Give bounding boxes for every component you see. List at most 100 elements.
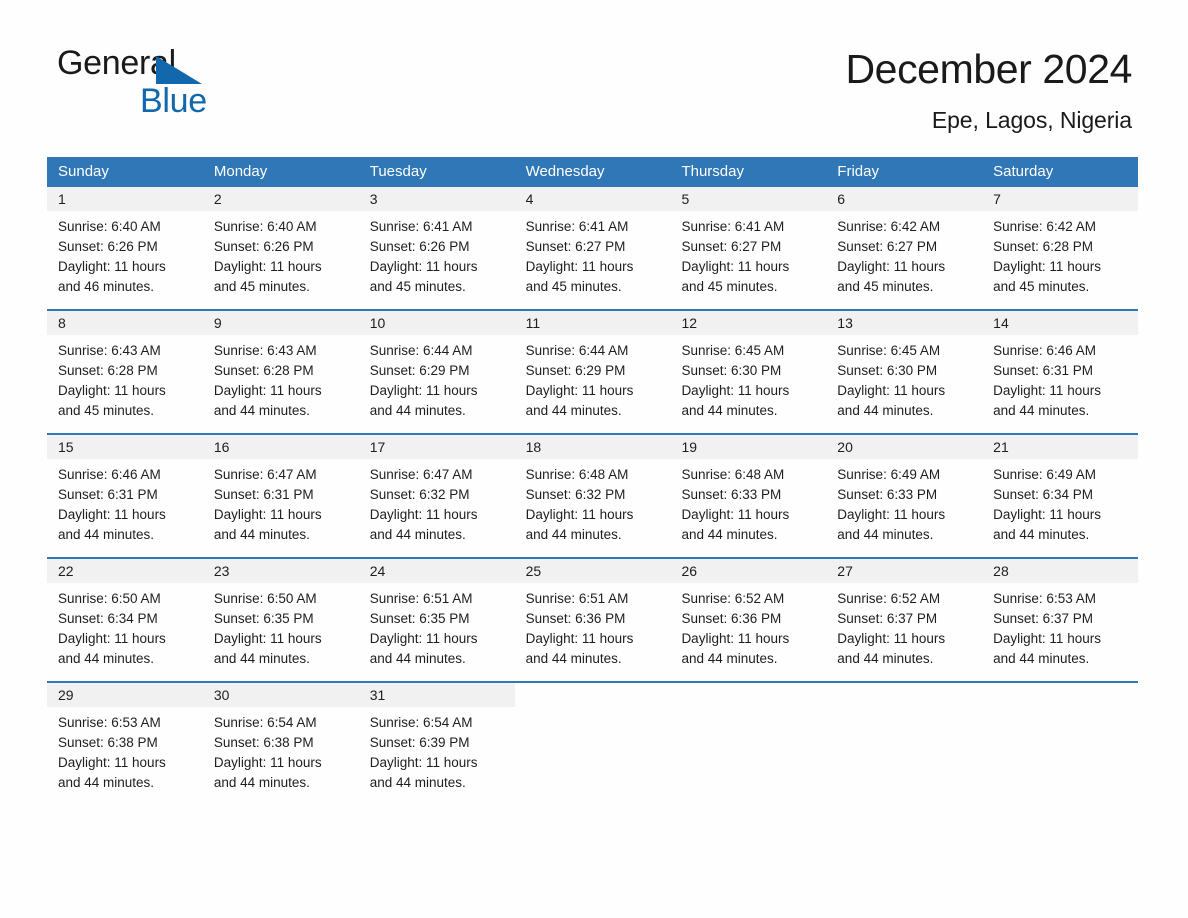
daylight-text-line2: and 44 minutes.: [58, 651, 155, 667]
day-number[interactable]: 23: [203, 559, 359, 583]
day-number[interactable]: 16: [203, 435, 359, 459]
day-number[interactable]: 2: [203, 187, 359, 211]
day-cell[interactable]: Sunrise: 6:42 AM Sunset: 6:27 PM Daylight:…: [826, 211, 982, 297]
week-detail-strip: Sunrise: 6:46 AM Sunset: 6:31 PM Daylight:…: [47, 459, 1138, 546]
day-number[interactable]: 13: [826, 311, 982, 335]
day-number[interactable]: 15: [47, 435, 203, 459]
day-number[interactable]: 24: [359, 559, 515, 583]
daylight-text-line1: Daylight: 11 hours: [681, 383, 790, 399]
week-date-strip: 15 16 17 18 19 20 21: [47, 435, 1138, 460]
day-cell[interactable]: Sunrise: 6:54 AM Sunset: 6:38 PM Daylight:…: [203, 707, 359, 793]
day-number[interactable]: 12: [670, 311, 826, 335]
daylight-text-line1: Daylight: 11 hours: [58, 631, 166, 647]
sunrise-text: Sunrise: 6:41 AM: [369, 219, 473, 235]
day-cell[interactable]: Sunrise: 6:53 AM Sunset: 6:38 PM Daylight:…: [47, 707, 203, 793]
sunset-text: Sunset: 6:29 PM: [525, 363, 626, 379]
day-cell-empty: [982, 707, 1138, 793]
sunrise-text: Sunrise: 6:50 AM: [58, 591, 161, 607]
day-number[interactable]: 6: [826, 187, 982, 211]
day-number[interactable]: 19: [670, 435, 826, 459]
day-cell[interactable]: Sunrise: 6:53 AM Sunset: 6:37 PM Daylight:…: [982, 583, 1138, 669]
daylight-text-line2: and 45 minutes.: [58, 403, 155, 419]
calendar-week-row: 1 2 3 4 5 6 7 Sunrise: 6:40 AM Sunset: 6:26 PM Da…: [47, 187, 1138, 298]
daylight-text-line2: and 45 minutes.: [681, 279, 778, 295]
day-cell[interactable]: Sunrise: 6:50 AM Sunset: 6:35 PM Daylight:…: [203, 583, 359, 669]
day-cell[interactable]: Sunrise: 6:47 AM Sunset: 6:31 PM Daylight:…: [203, 459, 359, 545]
day-number[interactable]: 29: [47, 683, 203, 707]
week-detail-strip: Sunrise: 6:50 AM Sunset: 6:34 PM Daylight:…: [47, 583, 1138, 670]
day-cell[interactable]: Sunrise: 6:46 AM Sunset: 6:31 PM Daylight:…: [982, 335, 1138, 421]
day-number[interactable]: 4: [515, 187, 671, 211]
day-number[interactable]: 18: [515, 435, 671, 459]
day-number[interactable]: 11: [515, 311, 671, 335]
day-number[interactable]: 1: [47, 187, 203, 211]
day-cell[interactable]: Sunrise: 6:50 AM Sunset: 6:34 PM Daylight:…: [47, 583, 203, 669]
day-cell[interactable]: Sunrise: 6:52 AM Sunset: 6:36 PM Daylight:…: [670, 583, 826, 669]
day-number[interactable]: 27: [826, 559, 982, 583]
day-cell[interactable]: Sunrise: 6:49 AM Sunset: 6:33 PM Daylight:…: [826, 459, 982, 545]
day-cell[interactable]: Sunrise: 6:52 AM Sunset: 6:37 PM Daylight:…: [826, 583, 982, 669]
day-number[interactable]: 5: [670, 187, 826, 211]
day-number[interactable]: 30: [203, 683, 359, 707]
day-number[interactable]: 7: [982, 187, 1138, 211]
day-number[interactable]: 28: [982, 559, 1138, 583]
day-cell[interactable]: Sunrise: 6:41 AM Sunset: 6:26 PM Daylight:…: [359, 211, 515, 297]
daylight-text-line1: Daylight: 11 hours: [525, 631, 634, 647]
day-cell[interactable]: Sunrise: 6:44 AM Sunset: 6:29 PM Daylight:…: [359, 335, 515, 421]
day-cell[interactable]: Sunrise: 6:46 AM Sunset: 6:31 PM Daylight:…: [47, 459, 203, 545]
day-number[interactable]: 22: [47, 559, 203, 583]
day-cell[interactable]: Sunrise: 6:41 AM Sunset: 6:27 PM Daylight:…: [515, 211, 671, 297]
day-number[interactable]: 26: [670, 559, 826, 583]
day-cell[interactable]: Sunrise: 6:44 AM Sunset: 6:29 PM Daylight:…: [515, 335, 671, 421]
sunset-text: Sunset: 6:30 PM: [837, 363, 938, 379]
daylight-text-line1: Daylight: 11 hours: [681, 631, 790, 647]
daylight-text-line1: Daylight: 11 hours: [213, 755, 322, 771]
day-number[interactable]: 8: [47, 311, 203, 335]
day-cell[interactable]: Sunrise: 6:45 AM Sunset: 6:30 PM Daylight:…: [670, 335, 826, 421]
day-number[interactable]: 17: [359, 435, 515, 459]
daylight-text-line2: and 44 minutes.: [837, 651, 934, 667]
daylight-text-line2: and 44 minutes.: [213, 403, 310, 419]
weekday-header-tuesday: Tuesday: [369, 163, 427, 181]
weekday-header-sunday: Sunday: [58, 163, 109, 181]
day-number[interactable]: 3: [359, 187, 515, 211]
page-header: General Blue December 2024 Epe, Lagos, N…: [0, 0, 1188, 134]
day-cell[interactable]: Sunrise: 6:41 AM Sunset: 6:27 PM Daylight:…: [670, 211, 826, 297]
day-number[interactable]: 25: [515, 559, 671, 583]
daylight-text-line2: and 44 minutes.: [369, 403, 466, 419]
day-cell[interactable]: Sunrise: 6:54 AM Sunset: 6:39 PM Daylight:…: [359, 707, 515, 793]
day-cell[interactable]: Sunrise: 6:47 AM Sunset: 6:32 PM Daylight:…: [359, 459, 515, 545]
day-cell[interactable]: Sunrise: 6:48 AM Sunset: 6:32 PM Daylight:…: [515, 459, 671, 545]
daylight-text-line1: Daylight: 11 hours: [681, 507, 790, 523]
sunset-text: Sunset: 6:26 PM: [369, 239, 470, 255]
brand-logo[interactable]: General Blue: [57, 46, 257, 126]
day-cell[interactable]: Sunrise: 6:43 AM Sunset: 6:28 PM Daylight:…: [47, 335, 203, 421]
calendar-week-row: 29 30 31 Sunrise: 6:53 AM Sunset: 6:38 PM Day…: [47, 681, 1139, 794]
sunrise-text: Sunrise: 6:50 AM: [213, 591, 317, 607]
day-cell[interactable]: Sunrise: 6:42 AM Sunset: 6:28 PM Daylight:…: [982, 211, 1138, 297]
sunrise-text: Sunrise: 6:53 AM: [58, 715, 161, 731]
day-cell[interactable]: Sunrise: 6:48 AM Sunset: 6:33 PM Daylight:…: [670, 459, 826, 545]
day-cell[interactable]: Sunrise: 6:40 AM Sunset: 6:26 PM Daylight:…: [47, 211, 203, 297]
day-cell[interactable]: Sunrise: 6:45 AM Sunset: 6:30 PM Daylight:…: [826, 335, 982, 421]
day-cell[interactable]: Sunrise: 6:51 AM Sunset: 6:36 PM Daylight:…: [515, 583, 671, 669]
day-cell[interactable]: Sunrise: 6:40 AM Sunset: 6:26 PM Daylight:…: [203, 211, 359, 297]
day-number[interactable]: 21: [982, 435, 1138, 459]
sunset-text: Sunset: 6:36 PM: [525, 611, 626, 627]
sunrise-text: Sunrise: 6:49 AM: [993, 467, 1096, 483]
sunset-text: Sunset: 6:33 PM: [837, 487, 938, 503]
daylight-text-line1: Daylight: 11 hours: [213, 631, 322, 647]
calendar-week-row: 8 9 10 11 12 13 14 Sunrise: 6:43 AM Sunset: 6:28…: [47, 309, 1138, 422]
day-cell[interactable]: Sunrise: 6:51 AM Sunset: 6:35 PM Daylight:…: [359, 583, 515, 669]
day-number[interactable]: 10: [359, 311, 515, 335]
day-number[interactable]: 31: [359, 683, 515, 707]
day-cell[interactable]: Sunrise: 6:43 AM Sunset: 6:28 PM Daylight:…: [203, 335, 359, 421]
day-cell[interactable]: Sunrise: 6:49 AM Sunset: 6:34 PM Daylight:…: [982, 459, 1138, 545]
day-number[interactable]: 20: [826, 435, 982, 459]
day-number[interactable]: 14: [982, 311, 1138, 335]
day-number[interactable]: 9: [203, 311, 359, 335]
daylight-text-line2: and 44 minutes.: [525, 403, 622, 419]
daylight-text-line2: and 46 minutes.: [58, 279, 155, 295]
day-number-empty: [826, 683, 983, 708]
sunset-text: Sunset: 6:38 PM: [58, 735, 158, 751]
